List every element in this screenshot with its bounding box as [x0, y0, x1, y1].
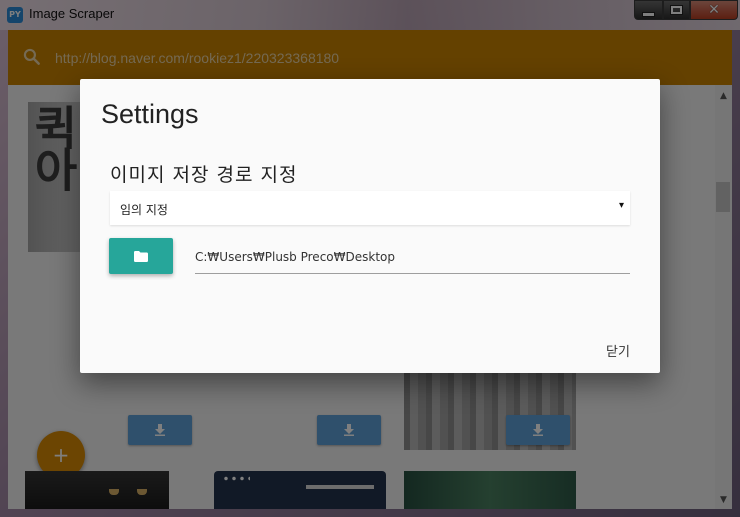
save-path-field[interactable]: C:₩Users₩Plusb Preco₩Desktop	[195, 247, 630, 274]
folder-icon	[134, 250, 148, 262]
dropdown-arrow-icon: ▾	[618, 200, 624, 211]
select-value: 임의 지정	[120, 203, 168, 217]
save-path-mode-select[interactable]: 임의 지정 ▾	[110, 191, 630, 225]
dialog-title: Settings	[101, 99, 199, 129]
close-dialog-button[interactable]: 닫기	[606, 341, 630, 360]
choose-folder-button[interactable]	[109, 238, 173, 274]
section-heading: 이미지 저장 경로 지정	[110, 164, 298, 186]
save-path-value: C:₩Users₩Plusb Preco₩Desktop	[195, 250, 395, 264]
settings-dialog: Settings 이미지 저장 경로 지정 임의 지정 ▾ C:₩Users₩P…	[80, 79, 660, 373]
app-window: PY Image Scraper ✕ http://blog.naver.com…	[0, 0, 740, 517]
